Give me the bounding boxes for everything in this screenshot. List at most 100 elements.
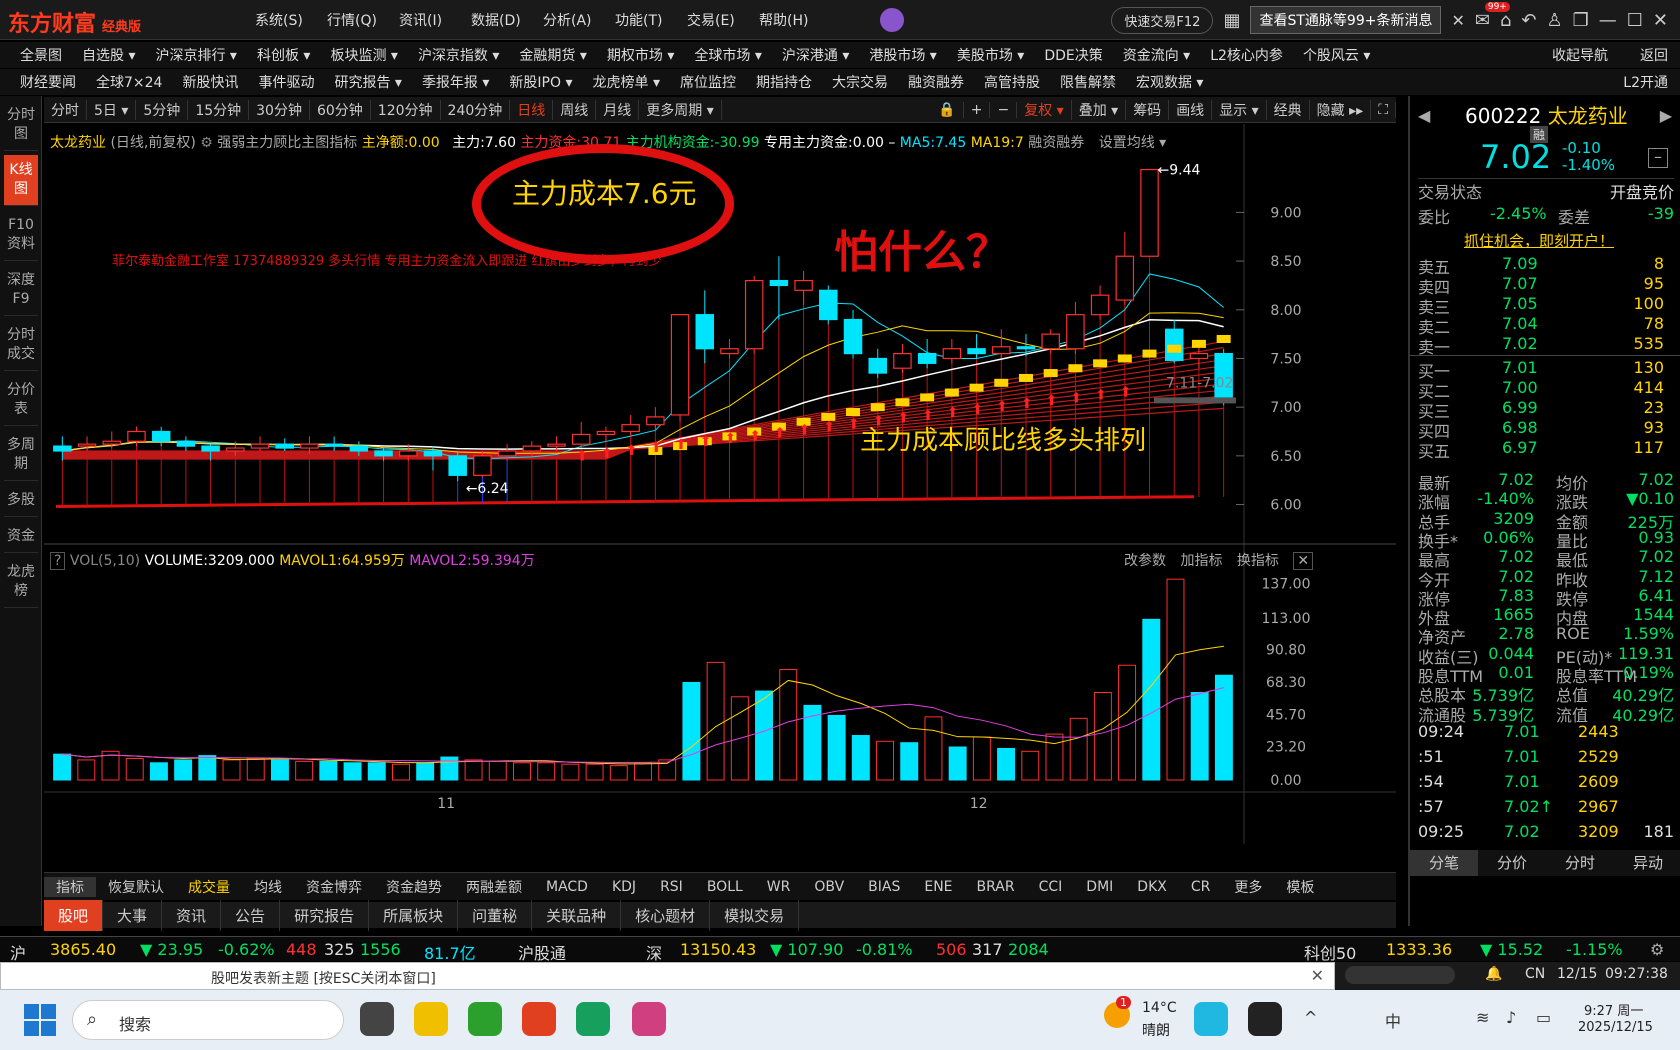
menu-item[interactable]: 数据(D): [471, 10, 543, 30]
indicator-tab[interactable]: WR: [755, 879, 803, 895]
sidebar-item[interactable]: 深度F9: [4, 265, 38, 316]
indicator-tab[interactable]: ENE: [912, 879, 964, 895]
menu-item[interactable]: 系统(S): [255, 10, 327, 30]
bottom-tab[interactable]: 股吧: [44, 899, 104, 931]
nav1-item[interactable]: 期权市场 ▾: [607, 45, 674, 65]
sidebar-item[interactable]: 分价表: [4, 375, 38, 426]
open-account-link[interactable]: 抓住机会，即刻开户！: [1464, 230, 1614, 251]
nav2-item[interactable]: 财经要闻: [20, 72, 76, 92]
bell-icon[interactable]: 🔔: [1485, 966, 1502, 982]
menu-item[interactable]: 资讯(I): [399, 10, 471, 30]
indicator-tab[interactable]: BOLL: [695, 879, 755, 895]
quick-trade-button[interactable]: 快速交易F12: [1111, 6, 1214, 34]
taskview-icon[interactable]: [360, 1002, 394, 1036]
taskbar-clock[interactable]: 9:27 周一: [1584, 1000, 1643, 1019]
ime-indicator[interactable]: 中: [1385, 1008, 1401, 1032]
bottom-tab[interactable]: 所属板块: [369, 899, 459, 931]
restore-window-icon[interactable]: ❐: [1573, 10, 1589, 31]
indicator-tab[interactable]: RSI: [648, 879, 695, 895]
period-tab[interactable]: 分时: [44, 99, 87, 120]
settings-icon[interactable]: ⚙: [1650, 940, 1664, 959]
indicator-tab[interactable]: DMI: [1074, 879, 1125, 895]
notice-banner[interactable]: 查看ST通脉等99+条新消息: [1250, 6, 1442, 34]
nav1-item[interactable]: 金融期货 ▾: [519, 45, 586, 65]
lock-icon[interactable]: 🔒: [931, 101, 964, 118]
period-tab[interactable]: 5分钟: [136, 99, 189, 120]
sidebar-item[interactable]: 资金: [4, 521, 38, 553]
paint-icon[interactable]: [632, 1002, 666, 1036]
edit-params-button[interactable]: 改参数: [1124, 553, 1166, 569]
indicator-tab[interactable]: 更多: [1222, 877, 1274, 897]
menu-item[interactable]: 行情(Q): [327, 10, 399, 30]
menu-item[interactable]: 交易(E): [687, 10, 759, 30]
nav2-item[interactable]: 事件驱动: [258, 72, 314, 92]
skin-icon[interactable]: ♙: [1546, 10, 1562, 31]
period-tab[interactable]: 15分钟: [188, 99, 250, 120]
volume-icon[interactable]: ♪: [1506, 1008, 1516, 1027]
nav1-right-item[interactable]: 返回: [1640, 45, 1668, 65]
nav2-item[interactable]: 龙虎榜单 ▾: [593, 72, 660, 92]
nav2-item[interactable]: 季报年报 ▾: [422, 72, 489, 92]
indicator-tab[interactable]: MACD: [534, 879, 600, 895]
fullscreen-icon[interactable]: ⛶: [1371, 101, 1396, 118]
toolbar-right-item[interactable]: 复权 ▾: [1017, 99, 1072, 120]
indicator-tab[interactable]: DKX: [1125, 879, 1179, 895]
nav2-item[interactable]: 期指持仓: [756, 72, 812, 92]
nav1-item[interactable]: 板块监测 ▾: [330, 45, 397, 65]
close-volume-icon[interactable]: ✕: [1293, 552, 1314, 570]
period-tab[interactable]: 月线: [596, 99, 640, 120]
prev-stock-icon[interactable]: ◀: [1418, 106, 1430, 125]
toolbar-right-item[interactable]: 隐藏 ▸▸: [1310, 99, 1372, 120]
indicator-tab[interactable]: 恢复默认: [96, 877, 176, 897]
zoom-in-icon[interactable]: +: [964, 101, 991, 118]
nav1-item[interactable]: 沪深港通 ▾: [782, 45, 849, 65]
nav1-right-item[interactable]: 收起导航: [1552, 45, 1608, 65]
security-shield-icon[interactable]: [414, 1002, 448, 1036]
period-tab[interactable]: 240分钟: [441, 99, 511, 120]
nav2-item[interactable]: 融资融券: [908, 72, 964, 92]
period-tab[interactable]: 60分钟: [310, 99, 371, 120]
nav2-item[interactable]: 限售解禁: [1060, 72, 1116, 92]
indicator-tab[interactable]: OBV: [802, 879, 856, 895]
indicator-tab[interactable]: 两融差额: [454, 877, 534, 897]
windows-start-icon[interactable]: [24, 1004, 56, 1036]
kc-index[interactable]: 1333.36: [1386, 940, 1452, 959]
nav1-item[interactable]: 港股市场 ▾: [869, 45, 936, 65]
help-icon[interactable]: ?: [50, 552, 66, 570]
period-tab[interactable]: 120分钟: [371, 99, 441, 120]
minimize-icon[interactable]: —: [1599, 10, 1617, 31]
hgt-label[interactable]: 沪股通: [518, 940, 566, 964]
nav1-item[interactable]: 资金流向 ▾: [1123, 45, 1190, 65]
nav1-item[interactable]: DDE决策: [1044, 45, 1102, 65]
bottom-tab[interactable]: 核心题材: [621, 899, 711, 931]
menu-item[interactable]: 功能(T): [615, 10, 687, 30]
nav2-item[interactable]: 席位监控: [680, 72, 736, 92]
k-app-icon[interactable]: [1194, 1002, 1228, 1036]
sidebar-item[interactable]: 多股: [4, 485, 38, 517]
bottom-tab[interactable]: 公告: [221, 899, 281, 931]
mascot-icon[interactable]: [880, 8, 904, 32]
bottom-tab[interactable]: 大事: [103, 899, 163, 931]
kline-chart[interactable]: 9.00 8.50 8.00 7.50 7.00 6.50 6.00 ⬆ ⬆ ⬆ ⬆ ⬆ ⬆ ⬆ ⬆ ⬆ ⬆ ⬆ ⬆…: [44, 124, 1396, 844]
indicator-tab[interactable]: 指标: [44, 876, 96, 897]
next-stock-icon[interactable]: ▶: [1660, 106, 1672, 125]
eastmoney-icon[interactable]: [522, 1002, 556, 1036]
indicator-tab[interactable]: KDJ: [600, 879, 648, 895]
wifi-icon[interactable]: ≋: [1476, 1008, 1489, 1027]
indicator-tab[interactable]: 资金博弈: [294, 877, 374, 897]
search-field[interactable]: [1345, 966, 1455, 984]
zoom-out-icon[interactable]: −: [990, 101, 1018, 118]
settings-gear-icon[interactable]: ⚙: [200, 135, 213, 151]
add-indicator-button[interactable]: 加指标: [1180, 553, 1222, 569]
set-ma-button[interactable]: 设置均线 ▾: [1099, 135, 1166, 151]
im-app-icon[interactable]: [1248, 1002, 1282, 1036]
sz-index[interactable]: 13150.43: [680, 940, 756, 959]
period-tab[interactable]: 更多周期 ▾: [639, 99, 722, 120]
period-tab[interactable]: 30分钟: [249, 99, 310, 120]
toolbar-right-item[interactable]: 经典: [1267, 99, 1310, 120]
nav1-item[interactable]: L2核心内参: [1210, 45, 1283, 65]
indicator-tab[interactable]: BRAR: [965, 879, 1027, 895]
nav1-item[interactable]: 沪深京排行 ▾: [155, 45, 236, 65]
indicator-tab[interactable]: 成交量: [176, 877, 242, 897]
nav2-item[interactable]: 高管持股: [984, 72, 1040, 92]
